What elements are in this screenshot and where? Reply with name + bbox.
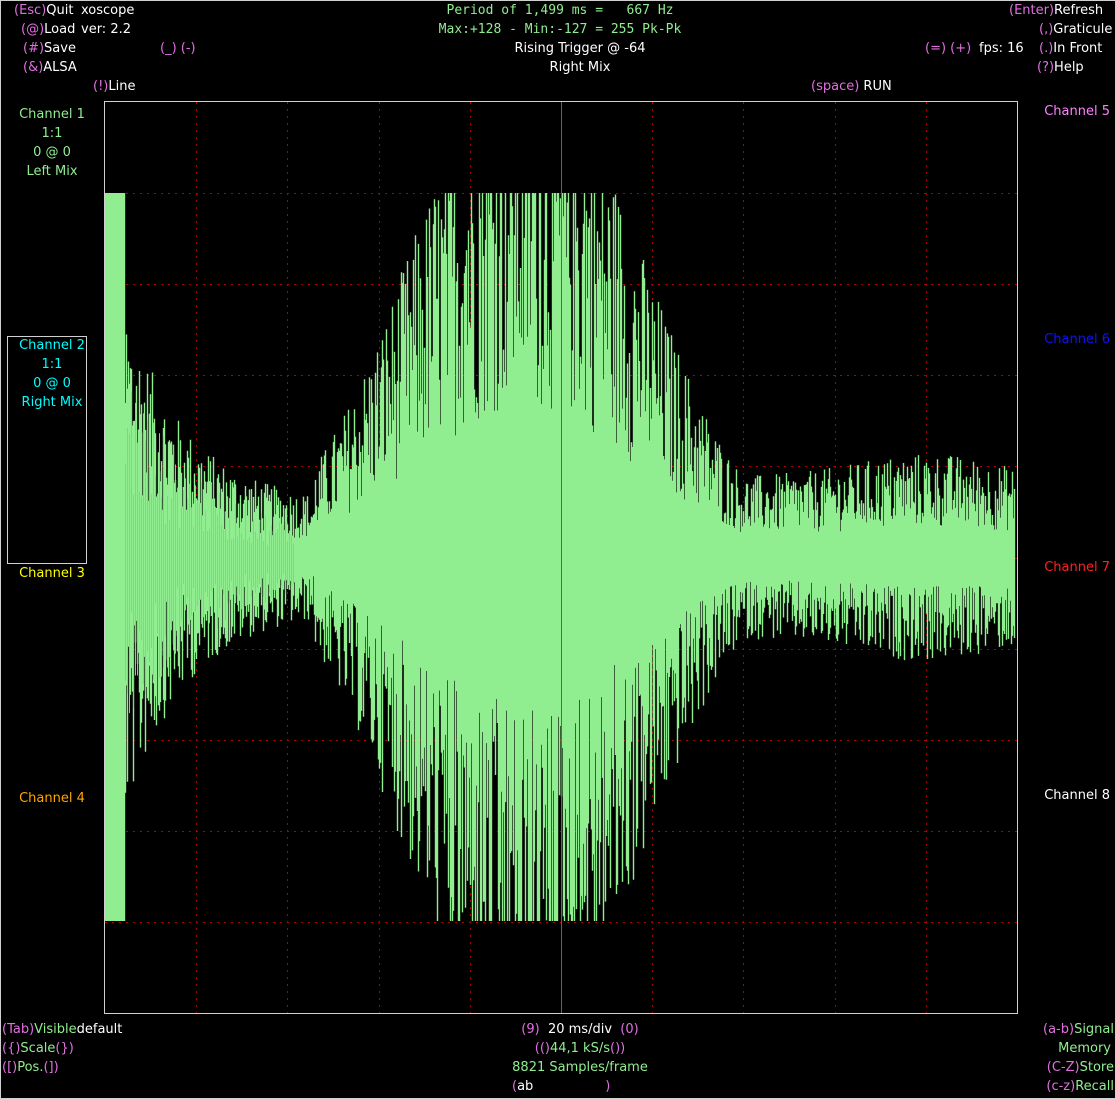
tab-key: (Tab) (2, 1022, 35, 1037)
in-front-button[interactable]: (.)In Front (1039, 40, 1102, 58)
store-button[interactable]: (C-Z)Store (980, 1059, 1114, 1077)
refresh-key: (Enter) (1009, 3, 1055, 18)
position-control[interactable]: ([)Pos.(]) (2, 1059, 59, 1077)
rate-key-left: (() (534, 1041, 550, 1056)
in-front-label: In Front (1053, 41, 1103, 56)
fps-readout: fps: 16 (979, 41, 1024, 56)
channel-2-position: 0 @ 0 (33, 376, 71, 391)
save-label: Save (44, 41, 76, 56)
save-key: (#) (23, 41, 45, 56)
visible-button[interactable]: (Tab)Visibledefault (2, 1021, 122, 1039)
alsa-button[interactable]: (&)ALSA (23, 59, 77, 77)
pos-key-left: ([) (2, 1060, 18, 1075)
refresh-label: Refresh (1054, 3, 1104, 18)
channel-5-label[interactable]: Channel 5 (1016, 103, 1110, 121)
channel-1-label[interactable]: Channel 1 (4, 106, 100, 124)
pos-key-right: (]) (43, 1060, 59, 1075)
period-readout: Period of 1,499 ms = 667 Hz (446, 3, 674, 18)
app-title: xoscope (81, 3, 135, 18)
graticule-button[interactable]: (,)Graticule (1039, 21, 1112, 39)
decrease-button[interactable]: (_) (-) (160, 40, 196, 58)
channel-1-scale: 1:1 (41, 126, 63, 141)
help-key: (?) (1037, 60, 1055, 75)
channel-8-label[interactable]: Channel 8 (1016, 787, 1110, 805)
math-control[interactable]: (ab) (512, 1078, 610, 1096)
channel-6-label[interactable]: Channel 6 (1016, 331, 1110, 349)
scale-key-right: (}) (55, 1041, 74, 1056)
recall-button[interactable]: (c-z)Recall (980, 1078, 1114, 1096)
increase-button[interactable]: (=) (+) (925, 40, 971, 58)
help-label: Help (1054, 60, 1084, 75)
quit-button[interactable]: (Esc)Quit (14, 2, 73, 20)
help-button[interactable]: (?)Help (1037, 59, 1084, 77)
math-key-right: ) (605, 1079, 611, 1094)
timebase-key-right: (0) (620, 1022, 639, 1037)
load-key: (@) (21, 22, 45, 37)
timebase-key-left: (9) (521, 1022, 540, 1037)
pos-label: Pos. (17, 1060, 44, 1075)
signal-button[interactable]: (a-b)Signal (980, 1021, 1114, 1039)
store-key: (C-Z) (1046, 1060, 1080, 1075)
oscilloscope-display[interactable] (104, 101, 1018, 1014)
trigger-readout[interactable]: Rising Trigger @ -64 (430, 40, 730, 58)
math-value: ab (517, 1079, 534, 1094)
visible-label: Visible (34, 1022, 77, 1037)
scale-label: Scale (20, 1041, 56, 1056)
in-front-key: (.) (1039, 41, 1054, 56)
alsa-key: (&) (23, 60, 44, 75)
store-label: Store (1079, 1060, 1114, 1075)
app-version: ver: 2.2 (81, 22, 131, 37)
line-label: Line (108, 79, 136, 94)
samples-readout: 8821 Samples/frame (512, 1060, 648, 1075)
channel-1-position: 0 @ 0 (33, 145, 71, 160)
graticule-key: (,) (1039, 22, 1054, 37)
recall-key: (c-z) (1046, 1079, 1076, 1094)
alsa-label: ALSA (43, 60, 77, 75)
load-button[interactable]: (@)Load (21, 21, 75, 39)
run-label: RUN (863, 79, 892, 94)
channel-4-label[interactable]: Channel 4 (4, 790, 100, 808)
refresh-button[interactable]: (Enter)Refresh (1009, 2, 1103, 20)
waveform-canvas (105, 102, 1017, 1013)
quit-label: Quit (46, 3, 74, 18)
line-button[interactable]: (!)Line (93, 78, 135, 96)
run-button[interactable]: (space) RUN (811, 78, 892, 96)
trigger-source[interactable]: Right Mix (430, 59, 730, 77)
channel-7-label[interactable]: Channel 7 (1016, 559, 1110, 577)
line-key: (!) (93, 79, 109, 94)
channel-2-scale: 1:1 (41, 357, 63, 372)
memory-label: Memory (1058, 1041, 1111, 1056)
save-button[interactable]: (#)Save (23, 40, 76, 58)
timebase-control[interactable]: (9) 20 ms/div (0) (430, 1021, 730, 1039)
visible-value: default (76, 1022, 123, 1037)
channel-3-label[interactable]: Channel 3 (4, 565, 100, 583)
channel-2-source: Right Mix (21, 395, 83, 410)
timebase-value: 20 ms/div (547, 1022, 613, 1037)
channel-2-label[interactable]: Channel 2 (4, 337, 100, 355)
scale-control[interactable]: ({)Scale(}) (2, 1040, 74, 1058)
load-label: Load (44, 22, 76, 37)
channel-1-source: Left Mix (26, 164, 78, 179)
signal-key: (a-b) (1043, 1022, 1075, 1037)
signal-label: Signal (1074, 1022, 1114, 1037)
rate-value: 44,1 kS/s (549, 1041, 610, 1056)
rate-key-right: ()) (610, 1041, 626, 1056)
run-key: (space) (811, 79, 860, 94)
recall-label: Recall (1075, 1079, 1114, 1094)
graticule-label: Graticule (1053, 22, 1113, 37)
maxmin-readout: Max:+128 - Min:-127 = 255 Pk-Pk (438, 22, 682, 37)
scale-key-left: ({) (2, 1041, 21, 1056)
quit-key: (Esc) (14, 3, 47, 18)
samplerate-control[interactable]: (()44,1 kS/s()) (430, 1040, 730, 1058)
